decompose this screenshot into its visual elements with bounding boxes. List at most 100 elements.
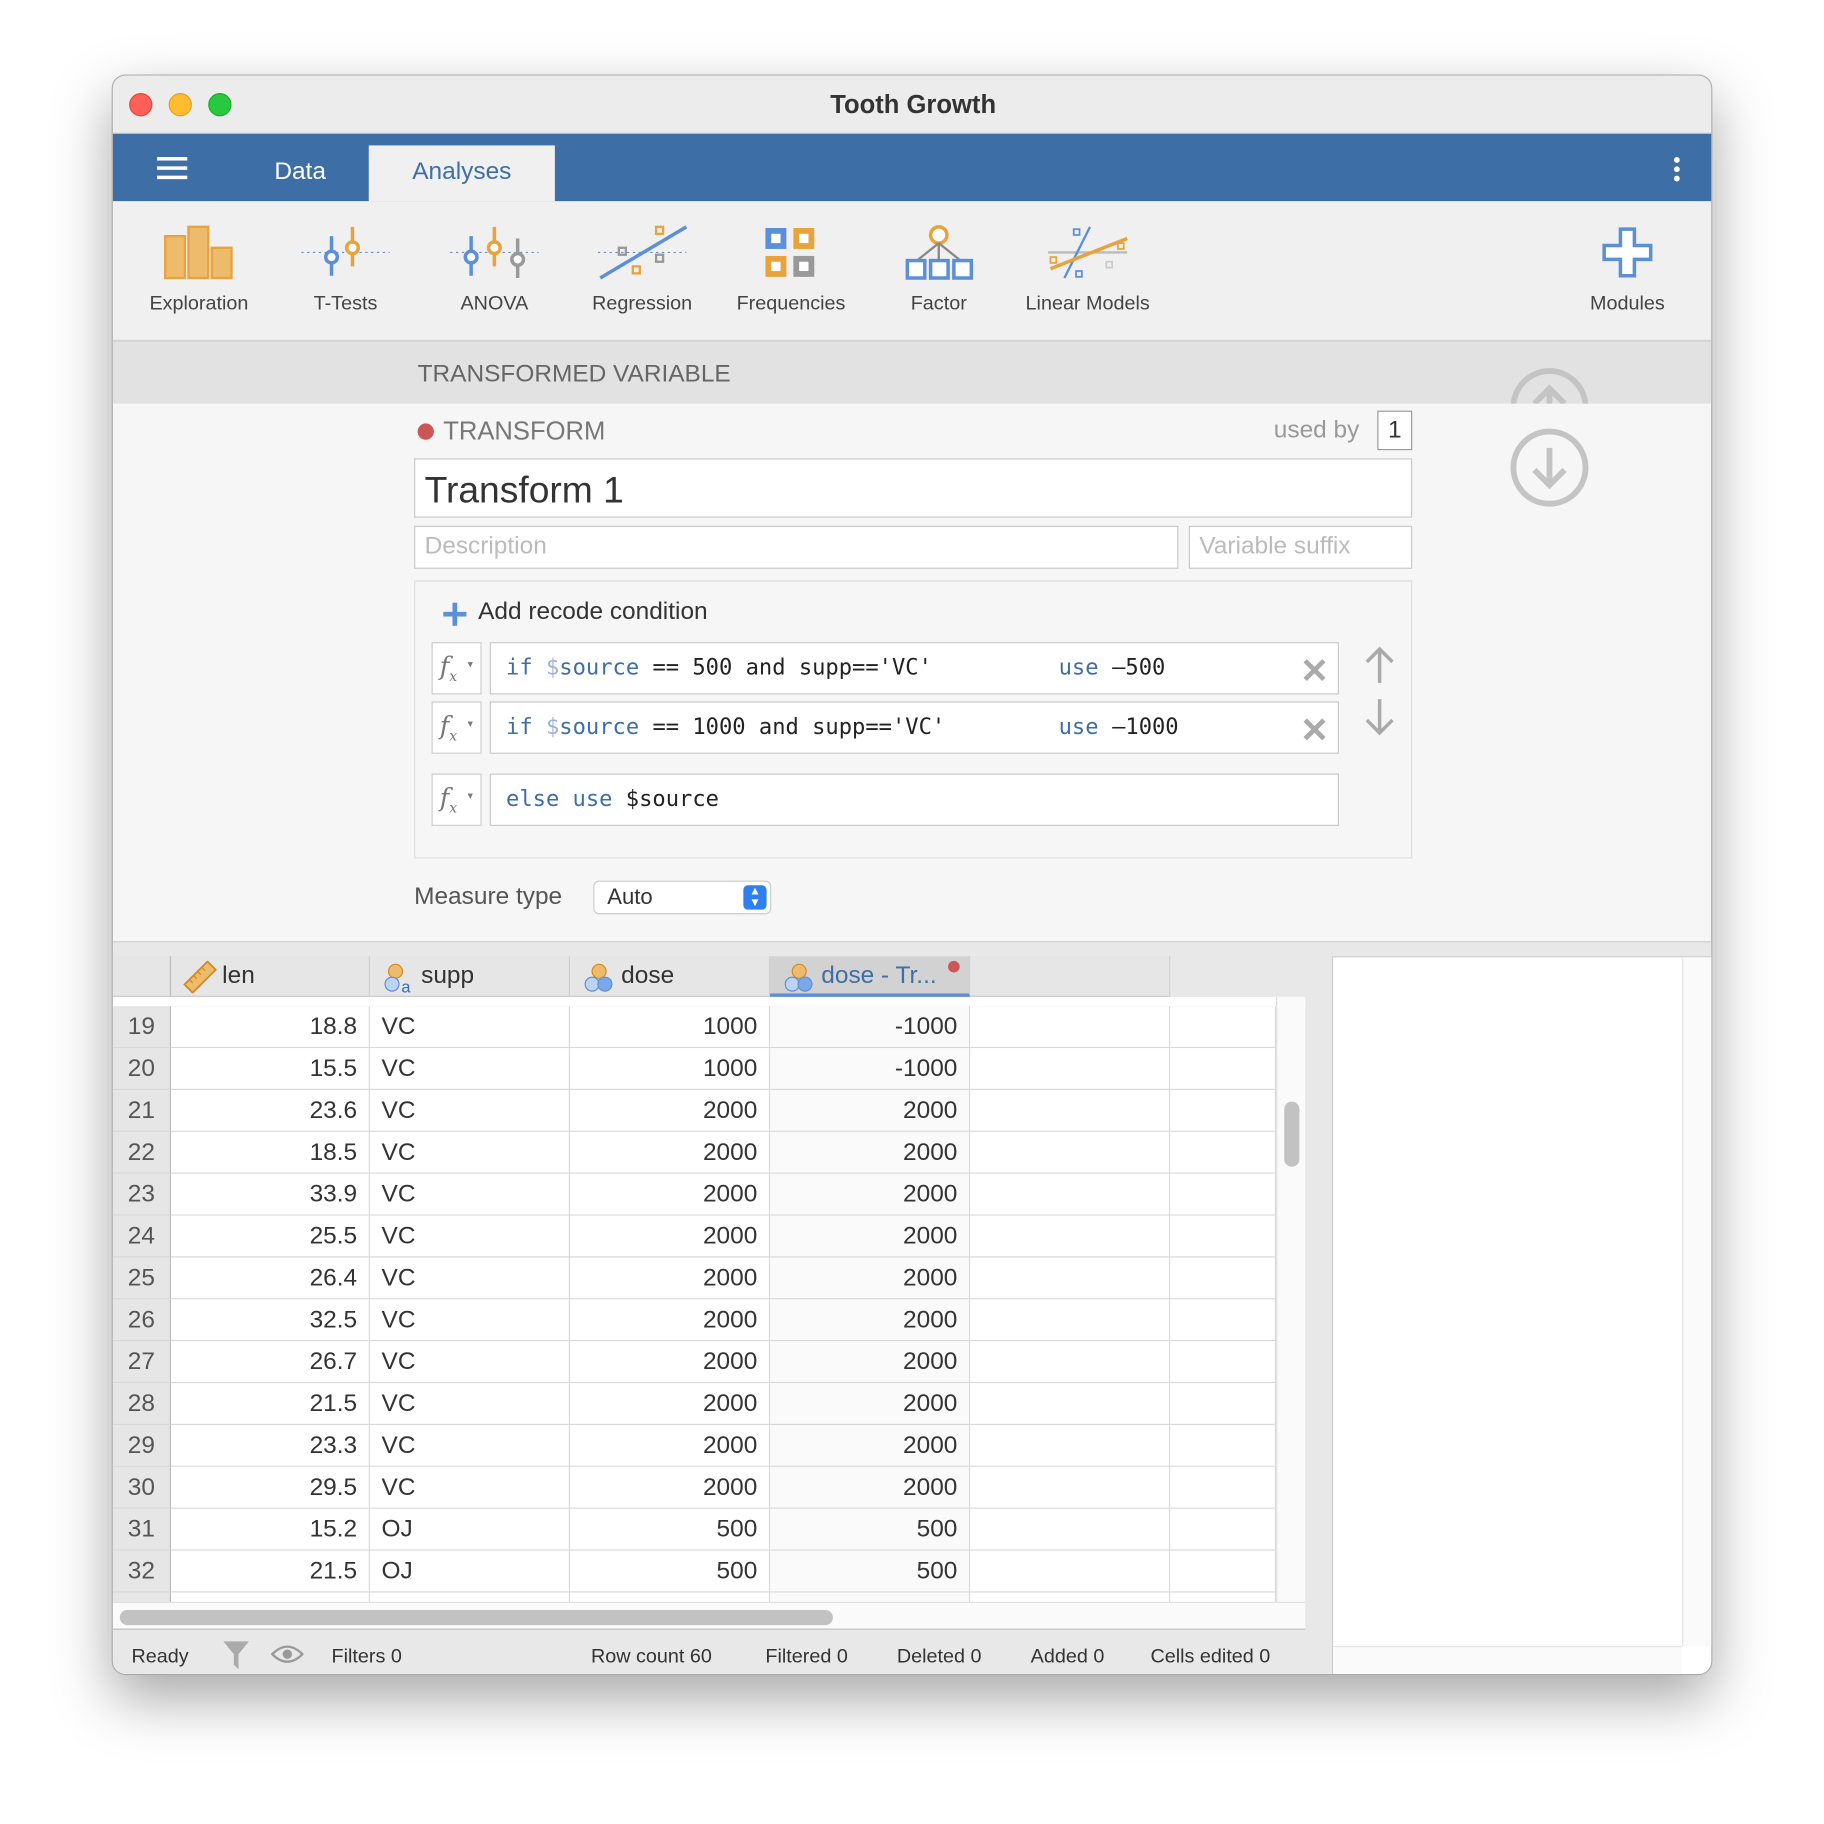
horizontal-scrollbar[interactable] <box>112 1601 1306 1630</box>
cell-len[interactable]: 33.9 <box>171 1173 370 1216</box>
cell-len[interactable]: 21.5 <box>171 1383 370 1426</box>
column-header-dose[interactable]: dose <box>570 956 771 997</box>
cell-dose[interactable]: 2000 <box>570 1383 771 1426</box>
cell-len[interactable]: 26.7 <box>171 1341 370 1384</box>
cell-empty[interactable] <box>1170 1592 1277 1602</box>
cell-empty[interactable] <box>1170 1550 1277 1593</box>
cell-dose[interactable]: 500 <box>570 1550 771 1593</box>
cell-empty[interactable] <box>1170 1131 1277 1174</box>
next-variable-button[interactable] <box>1509 427 1590 508</box>
cell-empty[interactable] <box>1170 1089 1277 1132</box>
row-number[interactable]: 20 <box>112 1048 172 1090</box>
cell-len[interactable]: 15.2 <box>171 1508 370 1551</box>
cell-empty[interactable] <box>970 1383 1171 1426</box>
row-number[interactable]: 21 <box>112 1089 172 1132</box>
used-by-count[interactable]: 1 <box>1377 410 1413 451</box>
cell-len[interactable]: 26.4 <box>171 1257 370 1300</box>
regression-button[interactable]: Regression <box>570 218 714 334</box>
cell-empty[interactable] <box>970 1425 1171 1467</box>
cell-dose[interactable]: 2000 <box>570 1257 771 1300</box>
vertical-scrollbar-thumb[interactable] <box>1284 1101 1300 1167</box>
cell-empty[interactable] <box>1170 1299 1277 1342</box>
column-header-len[interactable]: len <box>171 956 370 997</box>
cell-empty[interactable] <box>1170 1425 1277 1467</box>
cell-dose-transformed[interactable]: 2000 <box>770 1466 971 1509</box>
cell-dose-transformed[interactable]: 2000 <box>770 1383 971 1426</box>
cell-len[interactable]: 18.5 <box>171 1131 370 1174</box>
cell-dose[interactable]: 2000 <box>570 1215 771 1258</box>
cell-dose[interactable] <box>570 1592 771 1602</box>
cell-dose[interactable]: 500 <box>570 1508 771 1551</box>
frequencies-button[interactable]: Frequencies <box>719 218 863 334</box>
cell-len[interactable] <box>171 1592 370 1602</box>
cell-empty[interactable] <box>1170 1257 1277 1300</box>
cell-empty[interactable] <box>970 1131 1171 1174</box>
cell-supp[interactable]: OJ <box>369 1550 571 1593</box>
cell-dose[interactable]: 2000 <box>570 1425 771 1467</box>
row-number[interactable]: 26 <box>112 1299 172 1342</box>
menu-icon[interactable] <box>157 157 188 180</box>
row-number[interactable]: 25 <box>112 1257 172 1300</box>
cell-supp[interactable]: VC <box>369 1466 571 1509</box>
cell-empty[interactable] <box>970 1257 1171 1300</box>
row-number[interactable]: 30 <box>112 1466 172 1509</box>
cell-empty[interactable] <box>970 1215 1171 1258</box>
cell-supp[interactable]: VC <box>369 1425 571 1467</box>
cell-dose-transformed[interactable]: -1000 <box>770 1048 971 1090</box>
filter-icon[interactable] <box>222 1639 250 1672</box>
cell-len[interactable]: 32.5 <box>171 1299 370 1342</box>
cell-empty[interactable] <box>970 1048 1171 1090</box>
cell-empty[interactable] <box>1170 1173 1277 1216</box>
variable-suffix-input[interactable]: Variable suffix <box>1188 525 1413 569</box>
cell-dose[interactable]: 1000 <box>570 1048 771 1090</box>
else-condition-input[interactable]: else use $source <box>489 773 1339 826</box>
cell-supp[interactable]: VC <box>369 1131 571 1174</box>
cell-dose[interactable]: 2000 <box>570 1341 771 1384</box>
row-number[interactable]: 32 <box>112 1550 172 1593</box>
cell-supp[interactable]: VC <box>369 1089 571 1132</box>
cell-supp[interactable]: VC <box>369 1257 571 1300</box>
exploration-button[interactable]: Exploration <box>127 218 271 334</box>
cell-dose[interactable]: 2000 <box>570 1299 771 1342</box>
cell-empty[interactable] <box>1170 1006 1277 1049</box>
measure-type-select[interactable]: Auto ▲ ▼ <box>593 880 772 915</box>
row-number[interactable]: 28 <box>112 1383 172 1426</box>
move-down-icon[interactable] <box>1365 697 1395 737</box>
cell-supp[interactable]: VC <box>369 1006 571 1049</box>
cell-empty[interactable] <box>970 1089 1171 1132</box>
row-number[interactable]: 23 <box>112 1173 172 1216</box>
cell-len[interactable]: 23.6 <box>171 1089 370 1132</box>
more-options-icon[interactable] <box>1673 157 1681 183</box>
tab-data[interactable]: Data <box>241 145 360 201</box>
cell-supp[interactable]: VC <box>369 1383 571 1426</box>
remove-condition-icon[interactable] <box>1302 717 1328 743</box>
tab-analyses[interactable]: Analyses <box>368 145 555 202</box>
cell-dose[interactable]: 2000 <box>570 1466 771 1509</box>
cell-empty[interactable] <box>1170 1508 1277 1551</box>
cell-supp[interactable]: VC <box>369 1173 571 1216</box>
cell-empty[interactable] <box>970 1173 1171 1216</box>
description-input[interactable]: Description <box>414 525 1179 569</box>
cell-supp[interactable] <box>369 1592 571 1602</box>
eye-icon[interactable] <box>271 1644 304 1665</box>
horizontal-scrollbar-thumb[interactable] <box>119 1609 833 1626</box>
linear-models-button[interactable]: Linear Models <box>1014 218 1161 334</box>
cell-dose-transformed[interactable]: 2000 <box>770 1257 971 1300</box>
cell-len[interactable]: 15.5 <box>171 1048 370 1090</box>
function-menu-button[interactable]: fx ▾ <box>431 642 482 695</box>
previous-variable-button[interactable] <box>1509 366 1590 404</box>
cell-dose[interactable]: 2000 <box>570 1173 771 1216</box>
cell-empty[interactable] <box>970 1550 1171 1593</box>
row-number[interactable]: 22 <box>112 1131 172 1174</box>
transform-name-input[interactable]: Transform 1 <box>414 458 1413 518</box>
cell-dose-transformed[interactable] <box>770 1592 971 1602</box>
cell-len[interactable]: 21.5 <box>171 1550 370 1593</box>
modules-button[interactable]: Modules <box>1555 218 1699 334</box>
anova-button[interactable]: ANOVA <box>422 218 566 334</box>
cell-dose[interactable]: 1000 <box>570 1006 771 1049</box>
cell-empty[interactable] <box>970 1592 1171 1602</box>
column-header-dose-transformed[interactable]: dose - Tr... <box>770 956 971 997</box>
ttests-button[interactable]: T-Tests <box>273 218 417 334</box>
row-number[interactable]: 19 <box>112 1006 172 1049</box>
cell-dose-transformed[interactable]: 2000 <box>770 1215 971 1258</box>
